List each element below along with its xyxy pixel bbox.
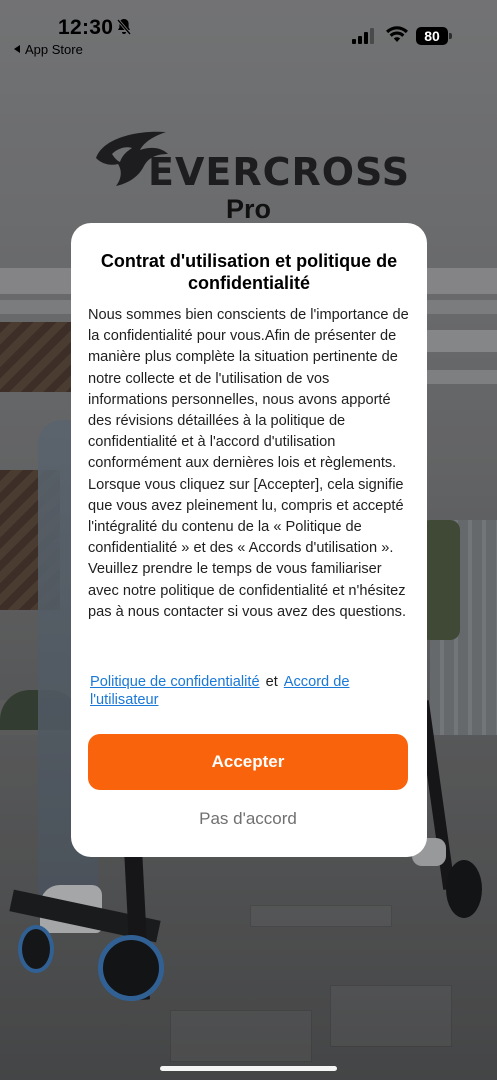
dialog-title: Contrat d'utilisation et politique de co… xyxy=(100,251,398,293)
links-conjunction: et xyxy=(265,674,278,690)
status-bar: 12:30 App Store 80 xyxy=(0,0,497,62)
home-indicator[interactable] xyxy=(160,1066,337,1071)
privacy-dialog: Contrat d'utilisation et politique de co… xyxy=(71,223,427,857)
back-arrow-icon xyxy=(14,45,20,53)
signal-icon xyxy=(352,28,374,44)
back-to-app-store-link[interactable]: App Store xyxy=(14,42,83,57)
decline-button[interactable]: Pas d'accord xyxy=(88,803,408,835)
wifi-icon xyxy=(386,26,408,42)
status-time: 12:30 xyxy=(58,16,114,39)
brand-wordmark: EVERCROSS xyxy=(148,150,411,194)
battery-icon: 80 xyxy=(416,27,448,45)
dialog-body: Nous sommes bien conscients de l'importa… xyxy=(88,307,409,620)
privacy-policy-link[interactable]: Politique de confidentialité xyxy=(90,674,260,690)
policy-links: Politique de confidentialité et Accord de … xyxy=(90,673,412,709)
bell-slash-icon xyxy=(116,19,132,35)
back-app-label: App Store xyxy=(25,42,83,57)
brand-sub: Pro xyxy=(225,194,271,224)
accept-button[interactable]: Accepter xyxy=(88,734,408,790)
